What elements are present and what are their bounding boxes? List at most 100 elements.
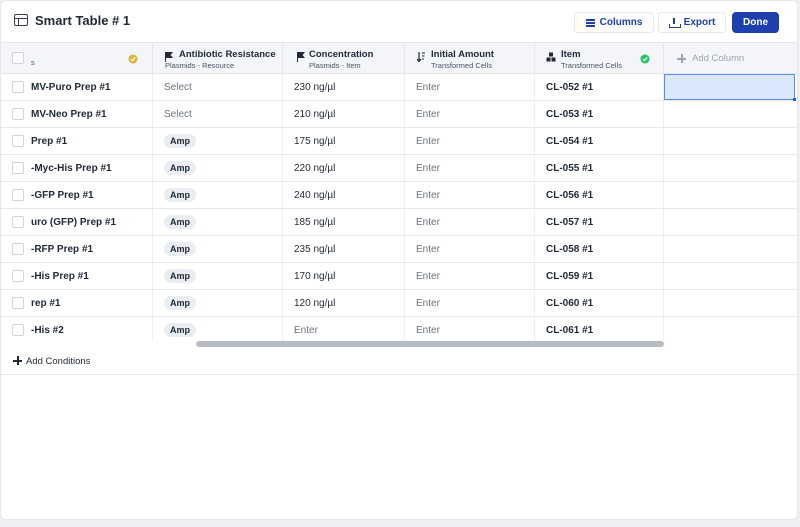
column-header-initial-amount[interactable]: Initial Amount Transformed Cells <box>405 43 535 74</box>
initial-amount-input[interactable]: Enter <box>416 217 440 228</box>
item-cell[interactable]: CL-057 #1 <box>535 209 664 235</box>
resistance-cell[interactable]: Amp <box>153 236 283 262</box>
empty-cell[interactable] <box>664 155 797 181</box>
add-column-button[interactable]: Add Column <box>664 43 797 74</box>
selected-cell[interactable] <box>664 74 796 101</box>
initial-amount-input[interactable]: Enter <box>416 136 440 147</box>
name-cell[interactable]: -His Prep #1 <box>1 263 153 289</box>
resistance-cell[interactable]: Amp <box>153 317 283 343</box>
initial-amount-cell[interactable]: Enter <box>405 74 535 100</box>
initial-amount-cell[interactable]: Enter <box>405 155 535 181</box>
initial-amount-input[interactable]: Enter <box>416 244 440 255</box>
item-cell[interactable]: CL-059 #1 <box>535 263 664 289</box>
initial-amount-cell[interactable]: Enter <box>405 236 535 262</box>
row-checkbox[interactable] <box>12 297 24 309</box>
name-cell[interactable]: -GFP Prep #1 <box>1 182 153 208</box>
concentration-cell[interactable]: 210 ng/µl <box>283 101 405 127</box>
item-cell[interactable]: CL-061 #1 <box>535 317 664 343</box>
table-row[interactable]: -His Prep #1 Amp 170 ng/µl Enter CL-059 #1 <box>1 263 797 290</box>
initial-amount-input[interactable]: Enter <box>416 271 440 282</box>
concentration-cell[interactable]: 185 ng/µl <box>283 209 405 235</box>
name-cell[interactable]: rep #1 <box>1 290 153 316</box>
item-cell[interactable]: CL-056 #1 <box>535 182 664 208</box>
initial-amount-cell[interactable]: Enter <box>405 263 535 289</box>
initial-amount-cell[interactable]: Enter <box>405 209 535 235</box>
concentration-cell[interactable]: 120 ng/µl <box>283 290 405 316</box>
select-all-checkbox[interactable] <box>12 52 24 64</box>
name-cell[interactable]: MV-Puro Prep #1 <box>1 74 153 100</box>
table-row[interactable]: -GFP Prep #1 Amp 240 ng/µl Enter CL-056 #1 <box>1 182 797 209</box>
row-checkbox[interactable] <box>12 108 24 120</box>
column-header-concentration[interactable]: Concentration Plasmids - Item <box>283 43 405 74</box>
row-checkbox[interactable] <box>12 135 24 147</box>
empty-cell[interactable] <box>664 128 797 154</box>
concentration-cell[interactable]: 220 ng/µl <box>283 155 405 181</box>
row-checkbox[interactable] <box>12 324 24 336</box>
empty-cell[interactable] <box>664 209 797 235</box>
item-cell[interactable]: CL-052 #1 <box>535 74 664 100</box>
item-cell[interactable]: CL-054 #1 <box>535 128 664 154</box>
item-cell[interactable]: CL-058 #1 <box>535 236 664 262</box>
resistance-cell[interactable]: Select <box>153 101 283 127</box>
empty-cell[interactable] <box>664 317 797 343</box>
column-header-antibiotic-resistance[interactable]: Antibiotic Resistance Plasmids - Resourc… <box>153 43 283 74</box>
row-checkbox[interactable] <box>12 270 24 282</box>
resistance-cell[interactable]: Amp <box>153 209 283 235</box>
empty-cell[interactable] <box>664 290 797 316</box>
name-cell[interactable]: uro (GFP) Prep #1 <box>1 209 153 235</box>
resistance-cell[interactable]: Amp <box>153 290 283 316</box>
row-checkbox[interactable] <box>12 189 24 201</box>
initial-amount-input[interactable]: Enter <box>416 82 440 93</box>
initial-amount-input[interactable]: Enter <box>416 298 440 309</box>
item-cell[interactable]: CL-055 #1 <box>535 155 664 181</box>
concentration-cell[interactable]: 175 ng/µl <box>283 128 405 154</box>
empty-cell[interactable] <box>664 263 797 289</box>
column-header-item[interactable]: Item Transformed Cells <box>535 43 664 74</box>
concentration-cell[interactable]: 235 ng/µl <box>283 236 405 262</box>
done-button[interactable]: Done <box>732 12 779 33</box>
initial-amount-cell[interactable]: Enter <box>405 290 535 316</box>
column-header-name[interactable]: s <box>1 43 153 74</box>
resistance-cell[interactable]: Amp <box>153 155 283 181</box>
name-cell[interactable]: MV-Neo Prep #1 <box>1 101 153 127</box>
empty-cell[interactable] <box>664 182 797 208</box>
initial-amount-input[interactable]: Enter <box>416 109 440 120</box>
concentration-cell[interactable]: 170 ng/µl <box>283 263 405 289</box>
name-cell[interactable]: -RFP Prep #1 <box>1 236 153 262</box>
row-checkbox[interactable] <box>12 216 24 228</box>
resistance-cell[interactable]: Amp <box>153 182 283 208</box>
export-button[interactable]: Export <box>658 12 726 33</box>
initial-amount-cell[interactable]: Enter <box>405 182 535 208</box>
table-row[interactable]: -RFP Prep #1 Amp 235 ng/µl Enter CL-058 #1 <box>1 236 797 263</box>
table-row[interactable]: MV-Neo Prep #1 Select 210 ng/µl Enter CL-053… <box>1 101 797 128</box>
name-cell[interactable]: Prep #1 <box>1 128 153 154</box>
table-row[interactable]: Prep #1 Amp 175 ng/µl Enter CL-054 #1 <box>1 128 797 155</box>
table-row[interactable]: uro (GFP) Prep #1 Amp 185 ng/µl Enter CL-057… <box>1 209 797 236</box>
row-checkbox[interactable] <box>12 81 24 93</box>
initial-amount-input[interactable]: Enter <box>416 190 440 201</box>
resistance-cell[interactable]: Amp <box>153 128 283 154</box>
concentration-cell[interactable]: Enter <box>283 317 405 343</box>
resistance-select[interactable]: Select <box>164 109 192 120</box>
concentration-cell[interactable]: 240 ng/µl <box>283 182 405 208</box>
add-conditions-button[interactable]: Add Conditions <box>1 348 797 375</box>
row-checkbox[interactable] <box>12 162 24 174</box>
table-row[interactable]: -His #2 Amp Enter Enter CL-061 #1 <box>1 317 797 344</box>
name-cell[interactable]: -His #2 <box>1 317 153 343</box>
table-row[interactable]: -Myc-His Prep #1 Amp 220 ng/µl Enter CL-055 … <box>1 155 797 182</box>
initial-amount-cell[interactable]: Enter <box>405 317 535 343</box>
item-cell[interactable]: CL-053 #1 <box>535 101 664 127</box>
horizontal-scrollbar-thumb[interactable] <box>196 341 664 347</box>
table-row[interactable]: rep #1 Amp 120 ng/µl Enter CL-060 #1 <box>1 290 797 317</box>
empty-cell[interactable] <box>664 101 797 127</box>
initial-amount-input[interactable]: Enter <box>416 163 440 174</box>
concentration-cell[interactable]: 230 ng/µl <box>283 74 405 100</box>
empty-cell[interactable] <box>664 236 797 262</box>
name-cell[interactable]: -Myc-His Prep #1 <box>1 155 153 181</box>
initial-amount-cell[interactable]: Enter <box>405 128 535 154</box>
columns-button[interactable]: Columns <box>574 12 654 33</box>
initial-amount-input[interactable]: Enter <box>416 325 440 336</box>
resistance-select[interactable]: Select <box>164 82 192 93</box>
initial-amount-cell[interactable]: Enter <box>405 101 535 127</box>
row-checkbox[interactable] <box>12 243 24 255</box>
